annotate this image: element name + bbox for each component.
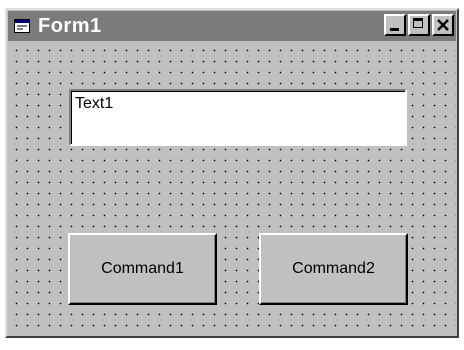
form-design-surface[interactable]: Text1 Command1 Command2 (8, 42, 456, 335)
close-icon (437, 19, 449, 31)
form-window-icon[interactable] (14, 19, 30, 33)
text1-textbox[interactable]: Text1 (69, 89, 407, 146)
form-window: Form1 Text1 Command1 Command2 (5, 8, 459, 338)
maximize-button[interactable] (408, 14, 430, 36)
command2-label: Command2 (292, 260, 375, 277)
command1-label: Command1 (101, 260, 184, 277)
title-bar[interactable]: Form1 (8, 11, 456, 41)
minimize-button[interactable] (384, 14, 406, 36)
title-bar-buttons (382, 14, 454, 36)
command2-button[interactable]: Command2 (259, 233, 408, 305)
command1-button[interactable]: Command1 (68, 233, 217, 305)
close-button[interactable] (432, 14, 454, 36)
window-title: Form1 (38, 14, 102, 37)
